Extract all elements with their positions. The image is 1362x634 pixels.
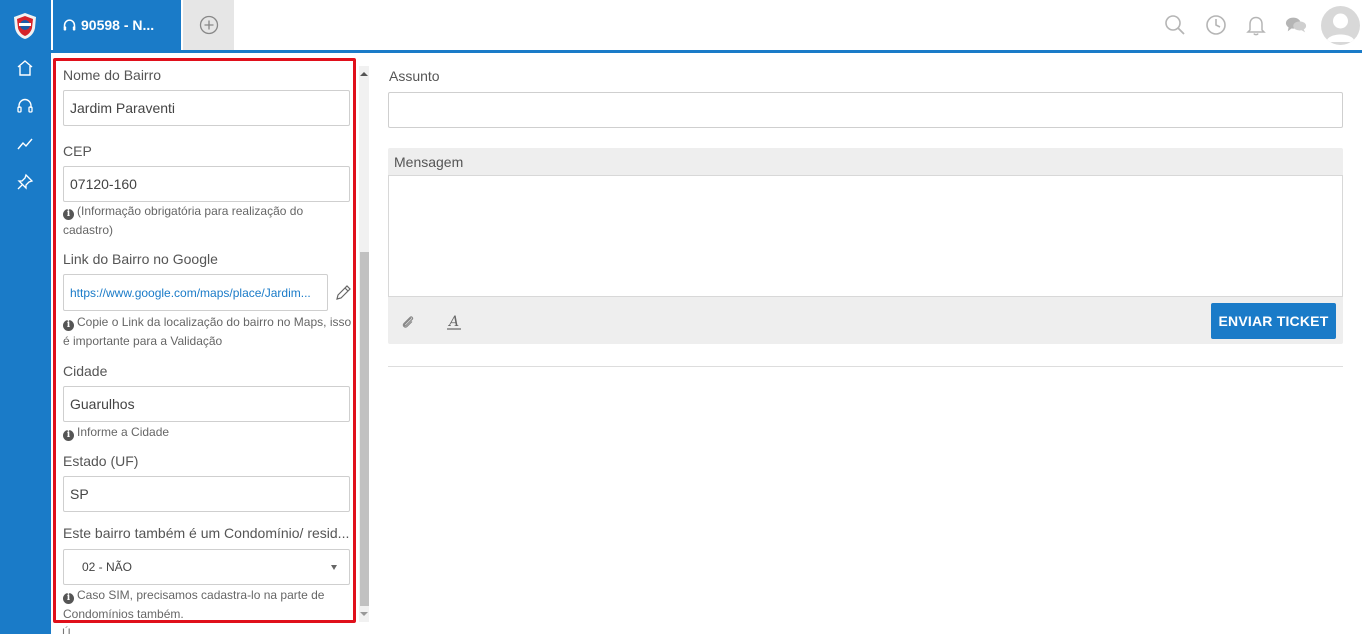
cidade-input[interactable] [63, 386, 350, 422]
bairro-label: Nome do Bairro [63, 67, 162, 83]
assunto-input[interactable] [388, 92, 1343, 128]
send-ticket-button[interactable]: ENVIAR TICKET [1211, 303, 1336, 339]
cut-off-label: Ú... [62, 626, 81, 634]
topbar-accent-line [51, 50, 1362, 53]
form-scrollbar-thumb[interactable] [360, 252, 369, 606]
trend-chart-icon[interactable] [14, 133, 36, 155]
headset-icon [63, 18, 76, 30]
estado-label: Estado (UF) [63, 453, 139, 469]
condominio-hint: i Caso SIM, precisamos cadastra-lo na par… [63, 586, 353, 621]
condominio-select[interactable]: 02 - NÃO [63, 549, 350, 585]
cep-hint: i (Informação obrigatória para realização… [63, 202, 353, 240]
paperclip-icon[interactable] [398, 312, 418, 332]
cep-input[interactable] [63, 166, 350, 202]
address-form-panel: Nome do Bairro CEP i(Informação obrigató… [53, 58, 356, 623]
info-icon: i [63, 593, 74, 604]
app-sidebar [0, 0, 51, 634]
cidade-hint-text: Informe a Cidade [77, 425, 170, 439]
scroll-down-arrow-icon[interactable] [359, 608, 369, 620]
add-tab-button[interactable] [183, 0, 234, 50]
tab-ticket[interactable]: 90598 - N... [53, 0, 181, 50]
condominio-label: Este bairro também é um Condomínio/ resi… [63, 525, 350, 541]
tab-ticket-label: 90598 - N... [81, 17, 155, 33]
link-input-value: https://www.google.com/maps/place/Jardim… [70, 285, 311, 300]
cep-label: CEP [63, 143, 92, 159]
mensagem-label: Mensagem [394, 154, 464, 170]
bairro-input[interactable] [63, 90, 350, 126]
chat-icon[interactable] [1285, 14, 1307, 36]
caret-down-icon [331, 564, 337, 570]
svg-text:A: A [447, 314, 459, 330]
pencil-icon[interactable] [334, 284, 352, 302]
search-icon[interactable] [1164, 14, 1186, 36]
plus-circle-icon [199, 15, 218, 35]
message-box: Mensagem A ENVIAR TICKET [388, 148, 1343, 344]
condominio-selected-value: 02 - NÃO [82, 560, 133, 574]
estado-input[interactable] [63, 476, 350, 512]
bell-icon[interactable] [1245, 14, 1267, 36]
info-icon: i [63, 209, 74, 220]
shield-logo-icon[interactable] [12, 12, 38, 40]
top-bar: 90598 - N... [51, 0, 1362, 50]
home-icon[interactable] [14, 57, 36, 79]
link-input[interactable]: https://www.google.com/maps/place/Jardim… [63, 274, 328, 311]
mensagem-textarea[interactable] [388, 175, 1343, 297]
clock-icon[interactable] [1205, 14, 1227, 36]
pin-icon[interactable] [14, 171, 36, 193]
content-divider [388, 366, 1343, 367]
link-label: Link do Bairro no Google [63, 251, 218, 267]
text-format-icon[interactable]: A [444, 312, 464, 332]
info-icon: i [63, 320, 74, 331]
link-hint: i Copie o Link da localização do bairro n… [63, 313, 353, 351]
avatar[interactable] [1321, 6, 1360, 45]
headset-icon[interactable] [14, 95, 36, 117]
condominio-hint-text: Caso SIM, precisamos cadastra-lo na part… [63, 588, 325, 621]
cidade-hint: i Informe a Cidade [63, 423, 353, 442]
assunto-label: Assunto [389, 68, 440, 84]
cep-hint-text: (Informação obrigatória para realização … [63, 204, 304, 237]
scroll-up-arrow-icon[interactable] [359, 68, 369, 80]
info-icon: i [63, 430, 74, 441]
cidade-label: Cidade [63, 363, 108, 379]
link-hint-text: Copie o Link da localização do bairro no… [63, 315, 352, 348]
